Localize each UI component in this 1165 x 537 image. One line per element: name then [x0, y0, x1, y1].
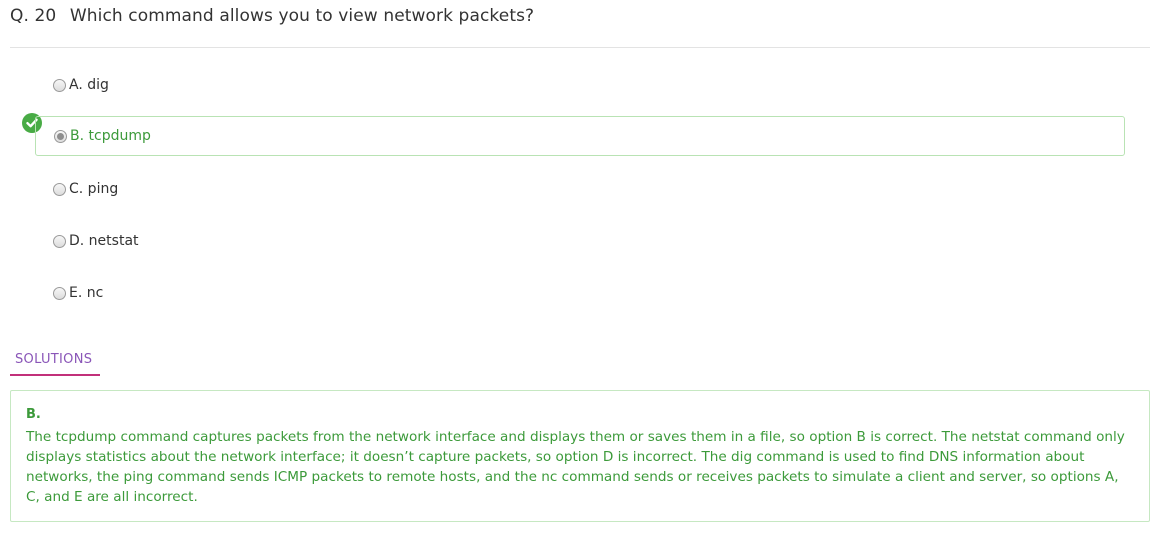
option-label: E. nc: [69, 285, 104, 301]
question-number: Q. 20: [10, 6, 57, 26]
option-a[interactable]: A. dig: [35, 65, 1125, 105]
option-c[interactable]: C. ping: [35, 169, 1125, 209]
radio-button[interactable]: [54, 129, 67, 143]
solution-panel: B. The tcpdump command captures packets …: [10, 390, 1150, 522]
option-label: C. ping: [69, 181, 119, 197]
option-b[interactable]: B. tcpdump: [35, 116, 1125, 156]
question-heading: Q. 20 Which command allows you to view n…: [10, 6, 534, 26]
solution-answer: B.: [26, 407, 41, 422]
divider: [10, 47, 1150, 48]
radio-button[interactable]: [53, 234, 66, 248]
radio-button[interactable]: [53, 78, 66, 92]
radio-button[interactable]: [53, 182, 66, 196]
option-label: B. tcpdump: [70, 128, 151, 144]
option-label: D. netstat: [69, 233, 139, 249]
solution-explanation: The tcpdump command captures packets fro…: [26, 429, 1125, 505]
quiz-page: Q. 20 Which command allows you to view n…: [0, 0, 1165, 537]
option-label: A. dig: [69, 77, 109, 93]
question-text: Which command allows you to view network…: [69, 6, 535, 26]
option-d[interactable]: D. netstat: [35, 221, 1125, 261]
tab-solutions[interactable]: SOLUTIONS: [10, 352, 100, 376]
radio-button[interactable]: [53, 286, 66, 300]
option-e[interactable]: E. nc: [35, 273, 1125, 313]
